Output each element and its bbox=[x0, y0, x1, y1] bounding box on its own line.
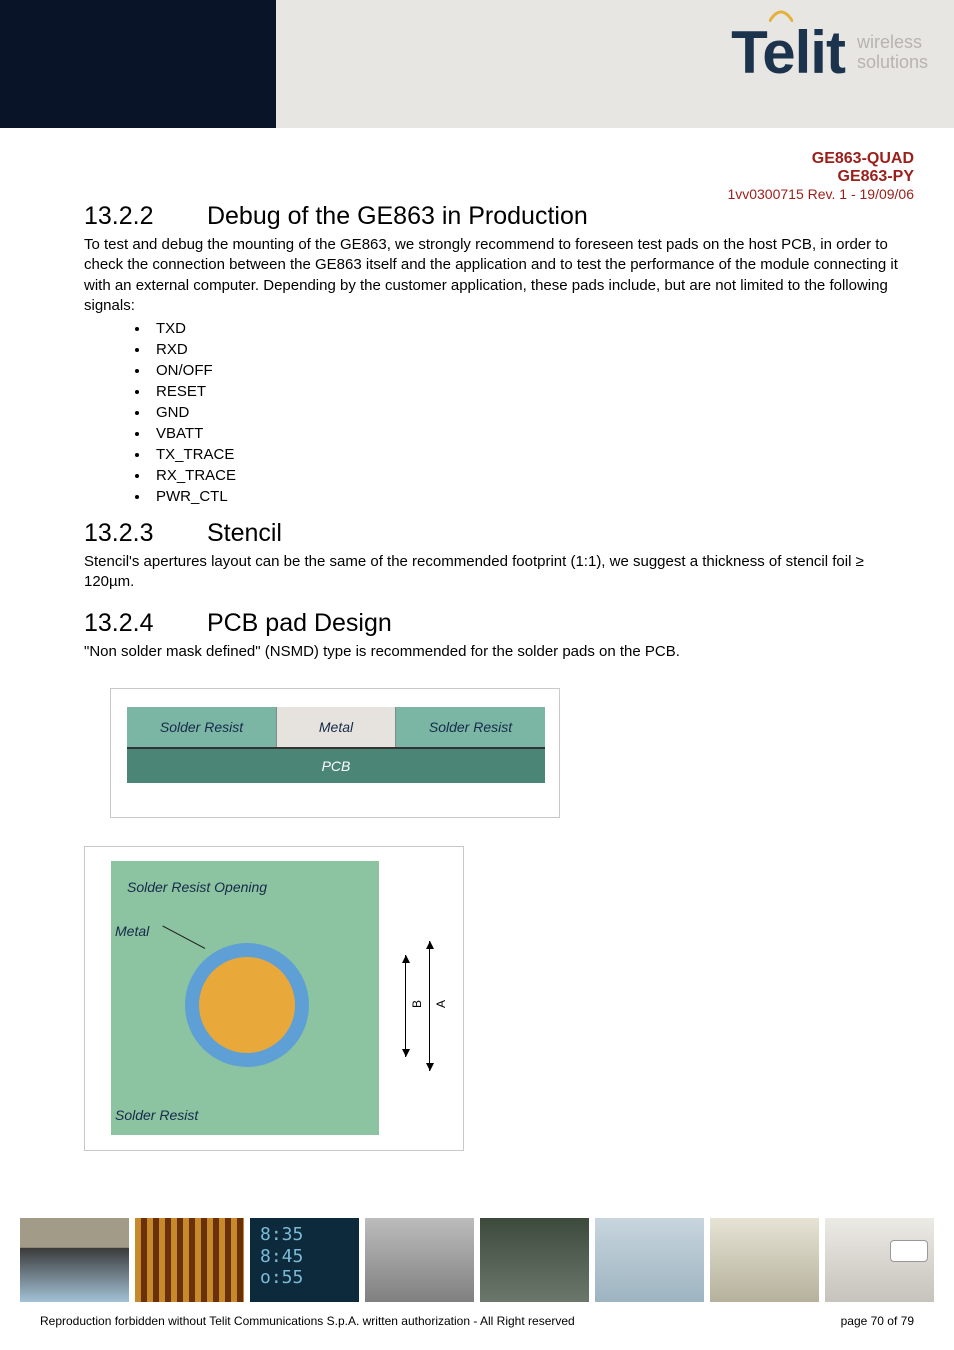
doc-model-2: GE863-PY bbox=[0, 168, 914, 186]
list-item: RXD bbox=[150, 339, 912, 360]
footer-page: page 70 of 79 bbox=[841, 1314, 914, 1328]
fig2-metal-circle bbox=[199, 957, 295, 1053]
tagline-line2: solutions bbox=[857, 53, 928, 73]
figure-crosssection: Solder Resist Metal Solder Resist PCB bbox=[110, 688, 560, 818]
fig2-label-metal: Metal bbox=[115, 923, 149, 939]
debug-paragraph: To test and debug the mounting of the GE… bbox=[84, 235, 912, 316]
figures: Solder Resist Metal Solder Resist PCB So… bbox=[84, 688, 912, 1151]
page-header: Telit wireless solutions bbox=[0, 0, 954, 128]
section-number: 13.2.2 bbox=[84, 202, 200, 231]
fig2-dim-a-line bbox=[429, 941, 430, 1071]
fig1-solder-resist-left: Solder Resist bbox=[127, 707, 276, 747]
doc-rev: 1vv0300715 Rev. 1 - 19/09/06 bbox=[0, 186, 914, 202]
footer-thumb bbox=[250, 1218, 359, 1302]
doc-meta: GE863-QUAD GE863-PY 1vv0300715 Rev. 1 - … bbox=[0, 128, 954, 202]
fig1-solder-resist-right: Solder Resist bbox=[396, 707, 545, 747]
logo-tagline: wireless solutions bbox=[857, 33, 928, 73]
fig2-label-sro: Solder Resist Opening bbox=[127, 879, 267, 895]
section-heading-stencil: 13.2.3 Stencil bbox=[84, 519, 912, 548]
doc-model-1: GE863-QUAD bbox=[0, 150, 914, 168]
footer-thumb bbox=[595, 1218, 704, 1302]
logo-text: Telit bbox=[731, 19, 845, 86]
footer-copyright: Reproduction forbidden without Telit Com… bbox=[40, 1314, 575, 1328]
footer-thumb bbox=[365, 1218, 474, 1302]
section-heading-debug: 13.2.2 Debug of the GE863 in Production bbox=[84, 202, 912, 231]
figure-pad-top: Solder Resist Opening Metal Solder Resis… bbox=[84, 846, 464, 1151]
footer-thumb bbox=[480, 1218, 589, 1302]
fig2-label-sr: Solder Resist bbox=[115, 1107, 198, 1123]
section-title: Debug of the GE863 in Production bbox=[207, 202, 588, 230]
list-item: PWR_CTL bbox=[150, 486, 912, 507]
list-item: RX_TRACE bbox=[150, 465, 912, 486]
footer-thumb bbox=[20, 1218, 129, 1302]
fig1-pcb-bar: PCB bbox=[127, 747, 545, 783]
footer-thumb bbox=[825, 1218, 934, 1302]
section-number: 13.2.3 bbox=[84, 519, 200, 548]
footer-line: Reproduction forbidden without Telit Com… bbox=[0, 1314, 954, 1328]
list-item: GND bbox=[150, 402, 912, 423]
pcb-paragraph: "Non solder mask defined" (NSMD) type is… bbox=[84, 642, 912, 662]
fig1-metal: Metal bbox=[276, 707, 396, 747]
list-item: VBATT bbox=[150, 423, 912, 444]
list-item: RESET bbox=[150, 381, 912, 402]
header-black-block bbox=[0, 0, 276, 128]
list-item: ON/OFF bbox=[150, 360, 912, 381]
tagline-line1: wireless bbox=[857, 33, 928, 53]
logo-telit-box: Telit bbox=[731, 18, 845, 87]
fig2-dim-b-line bbox=[405, 955, 406, 1057]
footer-thumb bbox=[710, 1218, 819, 1302]
footer-image-strip bbox=[0, 1218, 954, 1302]
page-content: 13.2.2 Debug of the GE863 in Production … bbox=[0, 202, 954, 1151]
section-title: Stencil bbox=[207, 519, 282, 547]
brand-logo: Telit wireless solutions bbox=[731, 18, 928, 87]
fig1-top-bar: Solder Resist Metal Solder Resist bbox=[127, 707, 545, 747]
fig2-dim-a-label: A bbox=[434, 1000, 448, 1008]
list-item: TX_TRACE bbox=[150, 444, 912, 465]
section-title: PCB pad Design bbox=[207, 609, 392, 637]
stencil-paragraph: Stencil's apertures layout can be the sa… bbox=[84, 552, 912, 593]
footer-thumb bbox=[135, 1218, 244, 1302]
list-item: TXD bbox=[150, 318, 912, 339]
section-heading-pcb: 13.2.4 PCB pad Design bbox=[84, 609, 912, 638]
fig2-dim-b-label: B bbox=[410, 1000, 424, 1008]
section-number: 13.2.4 bbox=[84, 609, 200, 638]
logo-accent-icon bbox=[769, 8, 793, 22]
signal-list: TXD RXD ON/OFF RESET GND VBATT TX_TRACE … bbox=[150, 318, 912, 507]
